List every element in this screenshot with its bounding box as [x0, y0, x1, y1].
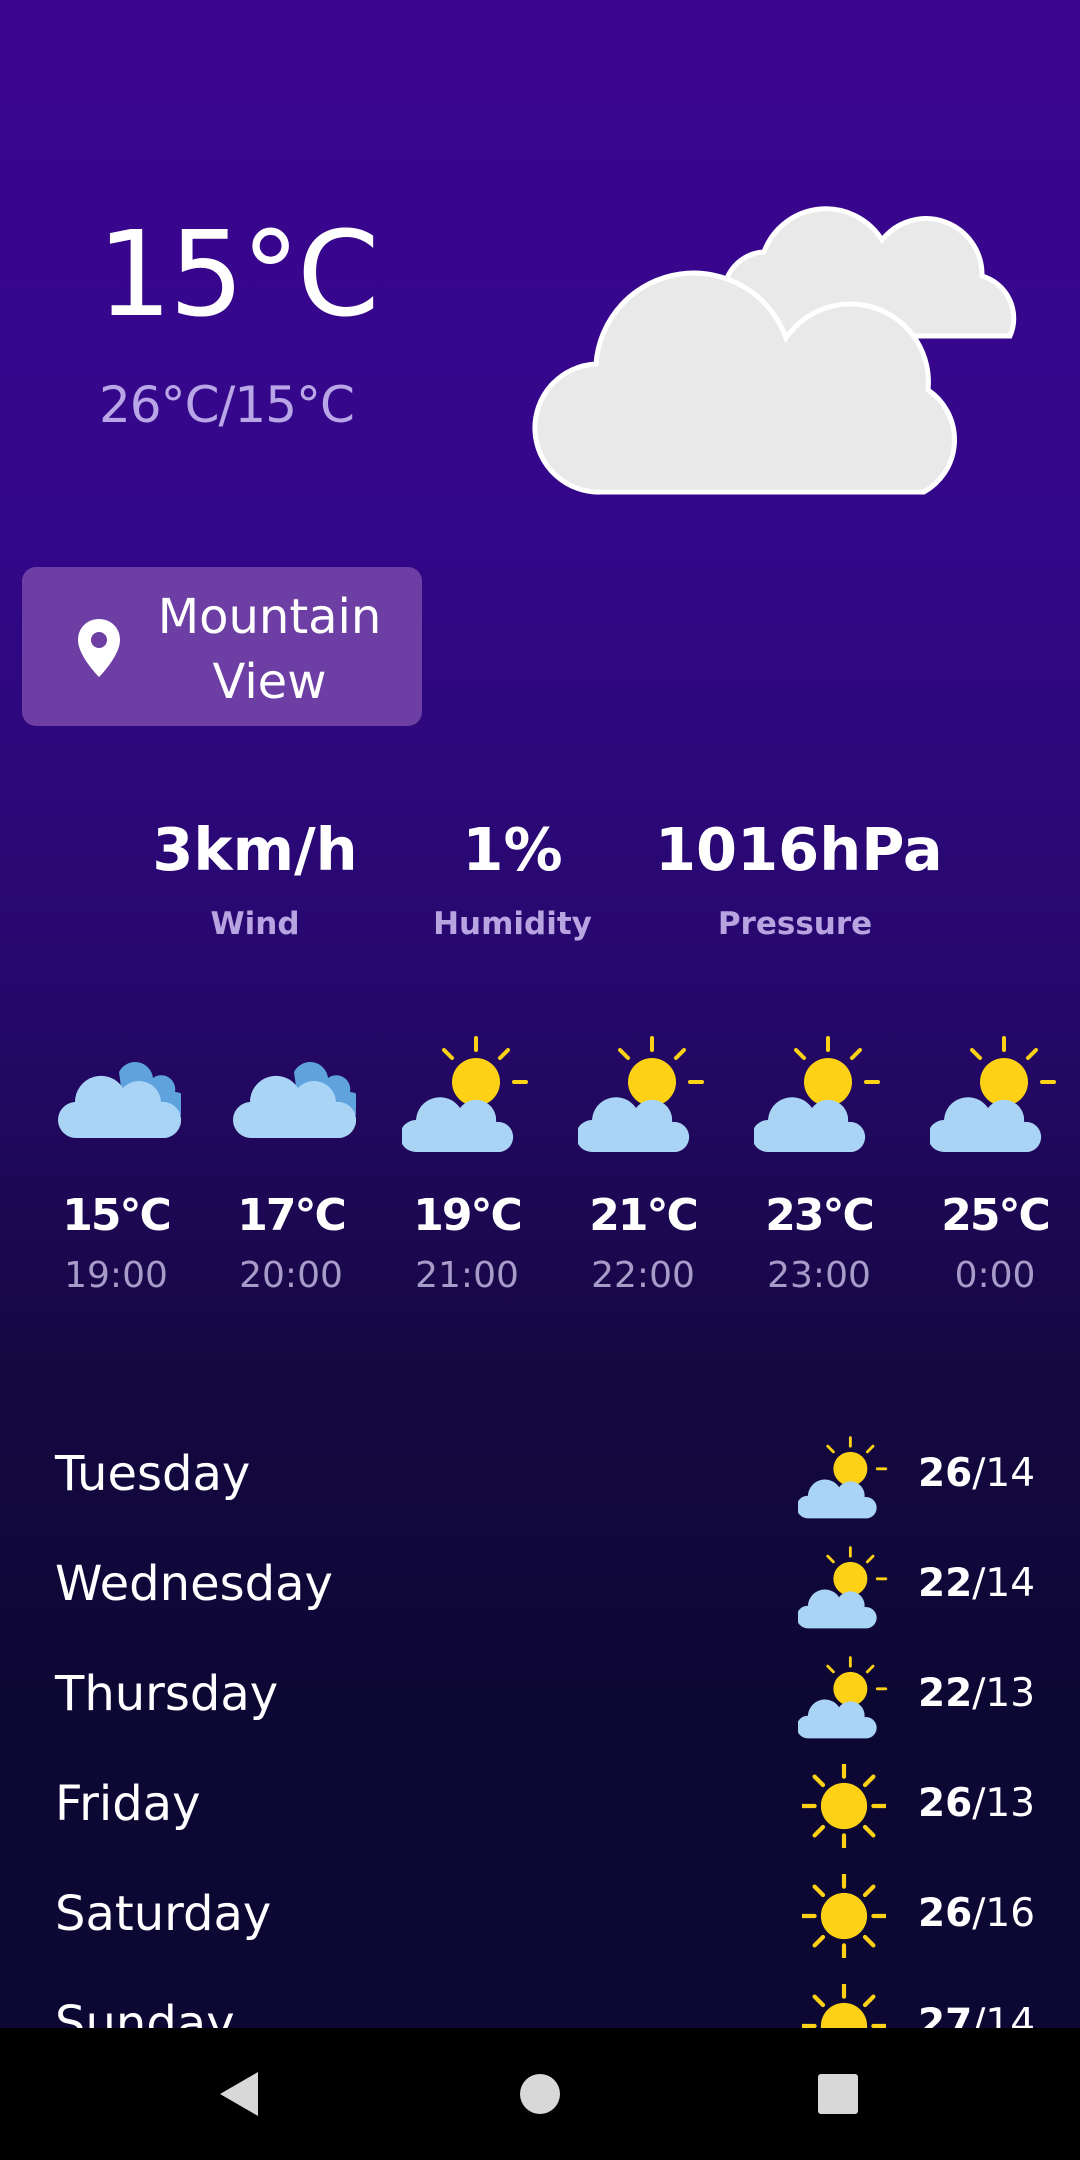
back-triangle-icon[interactable] [214, 2068, 266, 2120]
day-low: /13 [972, 1671, 1036, 1716]
daily-row-thursday: Thursday 22/13 [0, 1640, 1080, 1750]
hourly-temp: 23°C [765, 1190, 875, 1241]
stat-humidity: 1% Humidity [400, 820, 625, 940]
hourly-item: 23°C 23:00 [739, 1030, 899, 1294]
day-high: 26 [918, 1891, 973, 1936]
day-name: Thursday [55, 1666, 279, 1722]
temperature-range: 26°C/15°C [99, 376, 355, 434]
hourly-item: 21°C 22:00 [563, 1030, 723, 1294]
pressure-value: 1016hPa [655, 815, 943, 884]
daily-row-sunday: Sunday 27/14 [0, 1970, 1080, 2028]
sunny-icon [802, 1874, 886, 1958]
cloudy-icon [232, 1062, 356, 1139]
hourly-time: 0:00 [954, 1255, 1036, 1296]
weather-stats: 3km/h Wind 1% Humidity 1016hPa Pressure [0, 820, 1080, 960]
day-high: 26 [918, 1781, 973, 1826]
day-temps: 26/14 [918, 1454, 1035, 1493]
day-low: /14 [972, 1451, 1036, 1496]
cloudy-icon [532, 206, 1017, 495]
hourly-forecast[interactable]: 15°C 19:00 17°C 20:00 19°C 21:00 21°C 22… [0, 1030, 1080, 1310]
hourly-temp: 19°C [413, 1190, 523, 1241]
day-low: /13 [972, 1781, 1036, 1826]
wind-label: Wind [210, 906, 300, 942]
day-low: /16 [972, 1891, 1036, 1936]
location-button[interactable]: Mountain View [22, 567, 422, 726]
system-navigation-bar [0, 2028, 1080, 2160]
day-name: Friday [55, 1776, 201, 1832]
day-name: Saturday [55, 1886, 272, 1942]
wind-value: 3km/h [152, 815, 358, 884]
day-low: /14 [972, 1561, 1036, 1606]
day-name: Wednesday [55, 1556, 333, 1612]
location-line-1: Mountain [157, 589, 382, 645]
daily-row-tuesday: Tuesday 26/14 [0, 1420, 1080, 1530]
sunny-icon [802, 1984, 886, 2028]
daily-row-wednesday: Wednesday 22/14 [0, 1530, 1080, 1640]
hourly-time: 20:00 [239, 1255, 343, 1296]
humidity-value: 1% [462, 815, 563, 884]
day-high: 22 [918, 1561, 973, 1606]
stat-pressure: 1016hPa Pressure [655, 815, 943, 942]
partly-sunny-icon [402, 1036, 528, 1154]
stat-wind: 3km/h Wind [140, 820, 370, 940]
sunny-icon [802, 1764, 886, 1848]
partly-sunny-icon [930, 1036, 1056, 1154]
weather-screen: 15°C 26°C/15°C Mountain View 3km/h Wind … [0, 0, 1080, 2028]
hourly-item: 19°C 21:00 [387, 1030, 547, 1294]
day-name: Sunday [55, 1996, 235, 2028]
day-high: 27 [918, 2001, 973, 2028]
partly-sunny-icon [578, 1036, 704, 1154]
home-circle-icon[interactable] [514, 2068, 566, 2120]
hourly-temp: 21°C [589, 1190, 699, 1241]
day-high: 26 [918, 1451, 973, 1496]
day-low: /14 [972, 2001, 1036, 2028]
day-name: Tuesday [55, 1446, 251, 1502]
partly-sunny-icon [754, 1036, 880, 1154]
day-temps: 26/16 [918, 1894, 1035, 1933]
day-high: 22 [918, 1671, 973, 1716]
day-temps: 27/14 [918, 2004, 1035, 2028]
hourly-temp: 25°C [941, 1190, 1051, 1241]
location-pin-icon [78, 619, 120, 677]
daily-row-saturday: Saturday 26/16 [0, 1860, 1080, 1970]
recents-square-icon[interactable] [812, 2068, 864, 2120]
hourly-time: 19:00 [64, 1255, 168, 1296]
partly-sunny-icon [798, 1656, 888, 1740]
hourly-temp: 15°C [62, 1190, 172, 1241]
location-name: Mountain View [137, 585, 402, 715]
humidity-label: Humidity [433, 906, 592, 942]
day-temps: 26/13 [918, 1784, 1035, 1823]
daily-row-friday: Friday 26/13 [0, 1750, 1080, 1860]
hourly-time: 22:00 [591, 1255, 695, 1296]
location-line-2: View [212, 654, 327, 710]
hourly-item: 25°C 0:00 [915, 1030, 1075, 1294]
current-temperature: 15°C [97, 205, 380, 343]
day-temps: 22/14 [918, 1564, 1035, 1603]
cloudy-icon [57, 1062, 181, 1139]
day-temps: 22/13 [918, 1674, 1035, 1713]
hourly-temp: 17°C [237, 1190, 347, 1241]
partly-sunny-icon [798, 1436, 888, 1520]
hourly-time: 21:00 [415, 1255, 519, 1296]
hourly-item: 17°C 20:00 [211, 1030, 371, 1294]
pressure-label: Pressure [717, 906, 873, 942]
partly-sunny-icon [798, 1546, 888, 1630]
hourly-item: 15°C 19:00 [36, 1030, 196, 1294]
hourly-time: 23:00 [767, 1255, 871, 1296]
